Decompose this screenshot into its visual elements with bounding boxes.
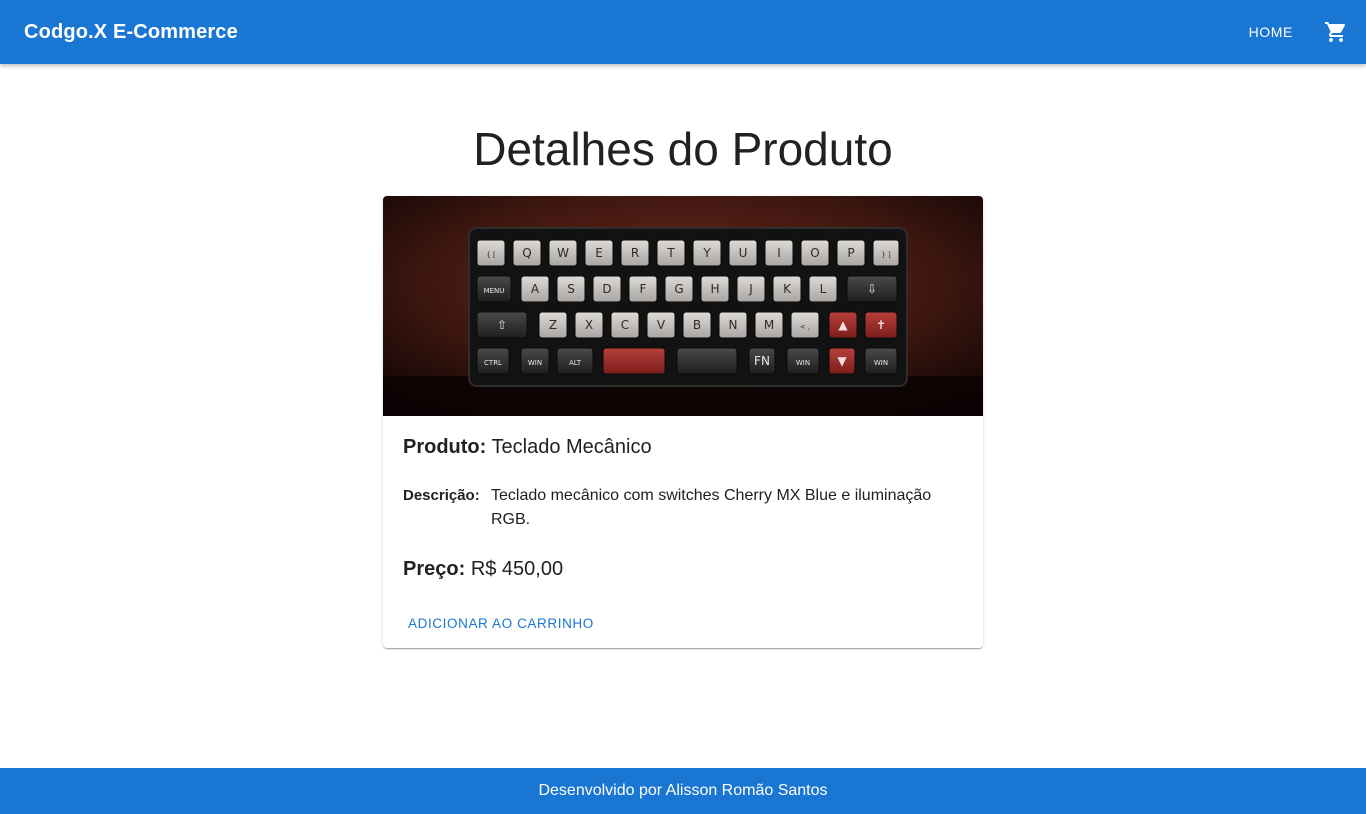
keyboard-key-label: P bbox=[847, 246, 854, 260]
product-image: { [ Q W E R T Y U I O P } ] MENU A S D F G H J K L ⇩ ⇧ Z X C V B N M < … bbox=[383, 196, 983, 416]
keyboard-key-label: ▲ bbox=[838, 318, 848, 332]
cart-button[interactable] bbox=[1318, 14, 1354, 50]
keyboard-key-label: U bbox=[739, 246, 748, 260]
product-description-row: Descrição: Teclado mecânico com switches… bbox=[403, 484, 963, 532]
keyboard-key-label: WIN bbox=[528, 359, 542, 367]
keyboard-key-label: N bbox=[729, 318, 738, 332]
keyboard-key-label: { [ bbox=[486, 251, 496, 259]
keyboard-key-label: ▼ bbox=[837, 354, 847, 368]
product-name-row: Produto: Teclado Mecânico bbox=[403, 436, 963, 458]
keyboard-key-label: } ] bbox=[881, 251, 891, 259]
keyboard-key-label: K bbox=[783, 282, 792, 296]
keyboard-key-label: F bbox=[640, 282, 647, 296]
keyboard-key-label: T bbox=[666, 246, 675, 260]
keyboard-key-label: C bbox=[621, 318, 629, 332]
add-to-cart-button[interactable]: ADICIONAR AO CARRINHO bbox=[399, 610, 603, 637]
keyboard-key-label: < , bbox=[800, 323, 810, 331]
keyboard-key-label: FN bbox=[754, 354, 770, 368]
keyboard-key-label: X bbox=[585, 318, 593, 332]
shopping-cart-icon bbox=[1325, 22, 1346, 42]
product-details: Produto: Teclado Mecânico Descrição: Tec… bbox=[383, 416, 983, 580]
footer-credit: Desenvolvido por Alisson Romão Santos bbox=[538, 782, 828, 799]
footer: Desenvolvido por Alisson Romão Santos bbox=[0, 768, 1366, 814]
keyboard-key-label: V bbox=[657, 318, 666, 332]
keyboard-key-label: S bbox=[567, 282, 575, 296]
keyboard-key-label: L bbox=[820, 282, 827, 296]
keyboard-keycap bbox=[602, 347, 666, 375]
keyboard-key-label: ✝ bbox=[876, 318, 886, 332]
keyboard-key-label: WIN bbox=[874, 359, 888, 367]
home-button[interactable]: HOME bbox=[1238, 16, 1304, 48]
main-content: Detalhes do Produto {[Q W E R T Y U I … bbox=[0, 64, 1366, 768]
keyboard-key-label: W bbox=[557, 246, 569, 260]
keyboard-key-label: Z bbox=[549, 318, 557, 332]
product-price-row: Preço: R$ 450,00 bbox=[403, 558, 963, 580]
keyboard-key-label: E bbox=[595, 246, 603, 260]
keyboard-key-label: R bbox=[631, 246, 639, 260]
keyboard-key-label: ALT bbox=[569, 359, 582, 367]
keyboard-key-label: MENU bbox=[484, 287, 505, 295]
product-name-label: Produto: bbox=[403, 436, 487, 458]
product-description: Teclado mecânico com switches Cherry MX … bbox=[491, 487, 932, 528]
keyboard-key-label: ⇧ bbox=[497, 318, 507, 332]
keyboard-key-label: WIN bbox=[796, 359, 810, 367]
product-description-label: Descrição: bbox=[403, 487, 480, 504]
keyboard-key-label: G bbox=[674, 282, 683, 296]
keyboard-key-label: I bbox=[777, 246, 781, 260]
keyboard-key-label: Y bbox=[702, 246, 711, 260]
keyboard-key-label: B bbox=[693, 318, 701, 332]
keyboard-key-label: CTRL bbox=[484, 359, 502, 367]
page-title: Detalhes do Produto bbox=[473, 123, 893, 175]
brand-title[interactable]: Codgo.X E-Commerce bbox=[24, 21, 238, 44]
keyboard-key-label: O bbox=[810, 246, 819, 260]
keyboard-key-label: J bbox=[748, 282, 753, 296]
product-card: { [ Q W E R T Y U I O P } ] MENU A S D F G H J K L ⇩ ⇧ Z X C V B N M < … bbox=[383, 196, 983, 648]
product-price-label: Preço: bbox=[403, 558, 466, 580]
app-bar: Codgo.X E-Commerce HOME bbox=[0, 0, 1366, 64]
keyboard-key-label: D bbox=[602, 282, 611, 296]
keyboard-keycap bbox=[676, 347, 738, 375]
product-name: Teclado Mecânico bbox=[491, 436, 652, 458]
keyboard-key-label: A bbox=[531, 282, 540, 296]
keyboard-key-label: M bbox=[764, 318, 774, 332]
keyboard-key-label: Q bbox=[522, 246, 531, 260]
keyboard-key-label: ⇩ bbox=[867, 282, 877, 296]
product-price: R$ 450,00 bbox=[470, 558, 564, 580]
keyboard-key-label: H bbox=[710, 282, 719, 296]
card-actions: ADICIONAR AO CARRINHO bbox=[383, 580, 983, 637]
